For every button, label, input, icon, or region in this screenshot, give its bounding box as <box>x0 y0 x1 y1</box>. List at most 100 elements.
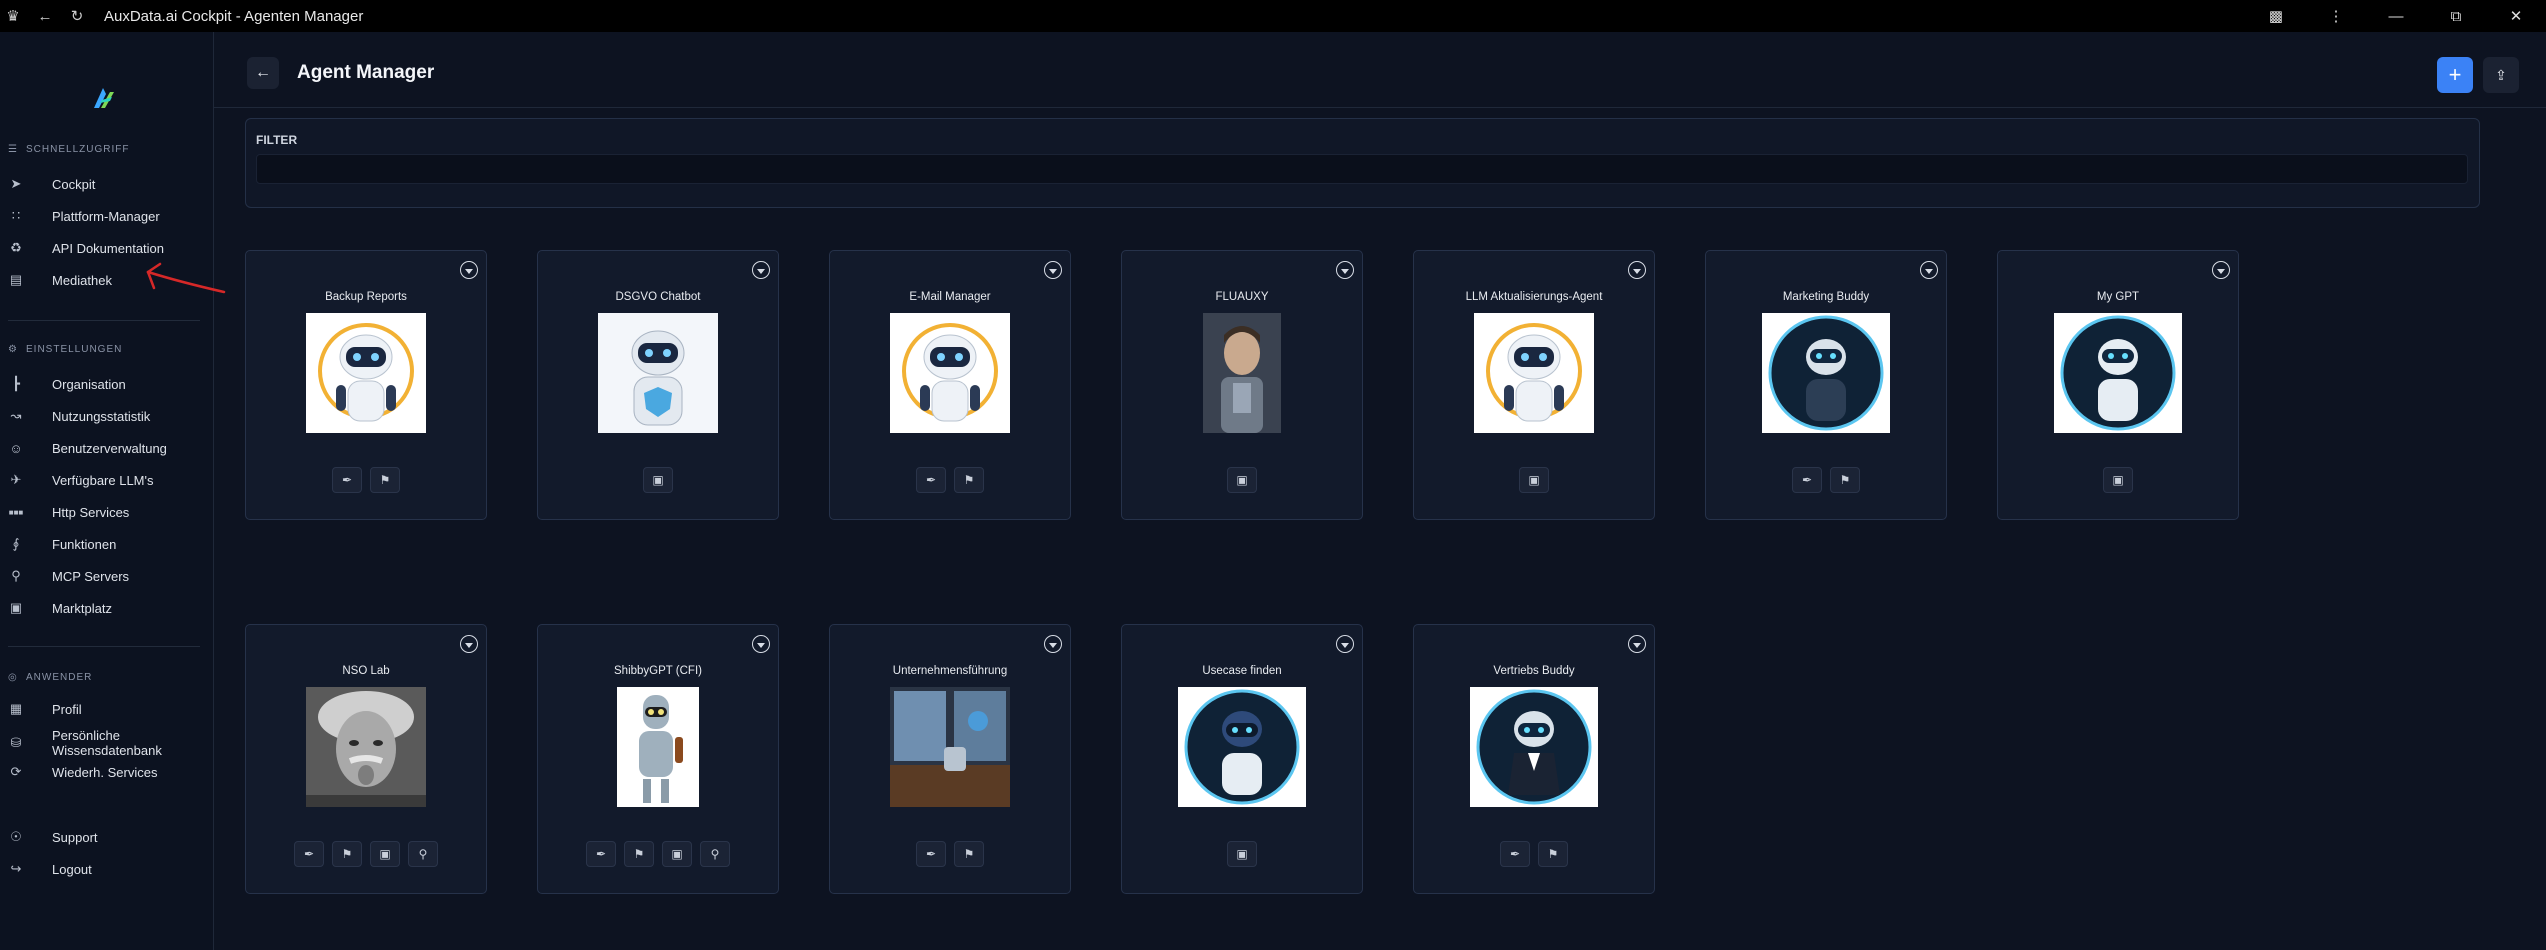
edit-brush-button[interactable]: ✒ <box>586 841 616 867</box>
card-menu-button[interactable] <box>1628 635 1646 653</box>
agent-card[interactable]: Backup Reports ✒ ⚑ <box>245 250 487 520</box>
flag-button[interactable]: ⚑ <box>1538 841 1568 867</box>
reload-icon[interactable]: ↻ <box>68 7 86 25</box>
card-menu-button[interactable] <box>1628 261 1646 279</box>
office-scene-icon <box>890 687 1010 807</box>
server-icon: ⚲ <box>11 568 21 583</box>
users-icon: ☺ <box>9 440 23 456</box>
sidebar-item-logout[interactable]: ↪ Logout <box>0 856 210 882</box>
close-icon[interactable]: ✕ <box>2486 0 2546 32</box>
divider <box>8 320 200 321</box>
sidebar-item-support[interactable]: ☉ Support <box>0 824 210 850</box>
agent-card[interactable]: Marketing Buddy ✒ ⚑ <box>1705 250 1947 520</box>
edit-brush-button[interactable]: ✒ <box>332 467 362 493</box>
sidebar-item-api-dokumentation[interactable]: ♻ API Dokumentation <box>0 235 210 261</box>
sidebar-item-nutzungsstatistik[interactable]: ↝ Nutzungsstatistik <box>0 403 210 429</box>
add-agent-button[interactable]: + <box>2437 57 2473 93</box>
card-menu-button[interactable] <box>1044 635 1062 653</box>
filter-input[interactable] <box>256 154 2468 184</box>
flag-button[interactable]: ⚑ <box>954 841 984 867</box>
sidebar-item-wissensdatenbank[interactable]: ⛁ Persönliche Wissensdatenbank <box>0 726 210 760</box>
card-menu-button[interactable] <box>1044 261 1062 279</box>
flag-button[interactable]: ⚑ <box>332 841 362 867</box>
robot-headset-icon <box>1486 323 1582 422</box>
flag-button[interactable]: ⚑ <box>624 841 654 867</box>
restore-icon[interactable]: ⧉ <box>2426 0 2486 32</box>
edit-brush-button[interactable]: ✒ <box>1500 841 1530 867</box>
card-menu-button[interactable] <box>1336 261 1354 279</box>
chat-button[interactable]: ▣ <box>2103 467 2133 493</box>
flag-icon: ⚑ <box>1547 847 1559 861</box>
agent-card[interactable]: My GPT ▣ <box>1997 250 2239 520</box>
sidebar-item-cockpit[interactable]: ➤ Cockpit <box>0 171 210 197</box>
search-button[interactable]: ⚲ <box>700 841 730 867</box>
flag-button[interactable]: ⚑ <box>954 467 984 493</box>
chat-button[interactable]: ▣ <box>1227 841 1257 867</box>
sidebar-item-wiederh-services[interactable]: ⟳ Wiederh. Services <box>0 759 210 785</box>
card-menu-button[interactable] <box>1920 261 1938 279</box>
edit-brush-button[interactable]: ✒ <box>1792 467 1822 493</box>
chat-button[interactable]: ▣ <box>643 467 673 493</box>
agent-card[interactable]: Usecase finden ▣ <box>1121 624 1363 894</box>
chat-button[interactable]: ▣ <box>662 841 692 867</box>
chat-icon: ▣ <box>1236 847 1248 861</box>
card-menu-button[interactable] <box>2212 261 2230 279</box>
flag-icon: ⚑ <box>963 473 975 487</box>
agent-card[interactable]: DSGVO Chatbot ▣ <box>537 250 779 520</box>
minimize-icon[interactable]: — <box>2366 0 2426 32</box>
sidebar-item-benutzerverwaltung[interactable]: ☺ Benutzerverwaltung <box>0 435 210 461</box>
agent-name: E-Mail Manager <box>909 291 991 303</box>
agent-card[interactable]: E-Mail Manager ✒ ⚑ <box>829 250 1071 520</box>
sidebar-item-http-services[interactable]: ■■■ Http Services <box>0 499 210 525</box>
divider <box>8 646 200 647</box>
sidebar-item-plattform-manager[interactable]: ∷ Plattform-Manager <box>0 203 210 229</box>
agent-avatar <box>1762 313 1890 433</box>
card-menu-button[interactable] <box>460 635 478 653</box>
edit-brush-button[interactable]: ✒ <box>916 841 946 867</box>
app-icon: ♛ <box>6 8 20 25</box>
sidebar-item-marktplatz[interactable]: ▣ Marktplatz <box>0 595 210 621</box>
robot-bender-icon <box>617 687 699 807</box>
card-menu-button[interactable] <box>1336 635 1354 653</box>
agent-card[interactable]: NSO Lab ✒ ⚑ ▣ ⚲ <box>245 624 487 894</box>
section-einstellungen: ⚙ EINSTELLUNGEN <box>8 343 123 355</box>
sidebar-item-mcp-servers[interactable]: ⚲ MCP Servers <box>0 563 210 589</box>
brush-icon: ✒ <box>1509 847 1521 861</box>
card-menu-button[interactable] <box>460 261 478 279</box>
agent-name: Marketing Buddy <box>1782 291 1870 303</box>
more-icon[interactable]: ⋮ <box>2306 0 2366 32</box>
chat-button[interactable]: ▣ <box>370 841 400 867</box>
search-button[interactable]: ⚲ <box>408 841 438 867</box>
cast-icon[interactable]: ▩ <box>2246 0 2306 32</box>
export-button[interactable]: ⇪ <box>2483 57 2519 93</box>
back-arrow-icon[interactable]: ← <box>36 7 54 25</box>
agent-name: DSGVO Chatbot <box>615 291 701 303</box>
agent-card[interactable]: ShibbyGPT (CFI) ✒ ⚑ ▣ ⚲ <box>537 624 779 894</box>
edit-brush-button[interactable]: ✒ <box>294 841 324 867</box>
back-button[interactable]: ← <box>247 57 279 89</box>
agent-card[interactable]: Unternehmensführung ✒ ⚑ <box>829 624 1071 894</box>
menu-icon: ☰ <box>8 143 18 155</box>
edit-brush-button[interactable]: ✒ <box>916 467 946 493</box>
sidebar-item-organisation[interactable]: ┣ Organisation <box>0 371 210 397</box>
sidebar-item-llms[interactable]: ✈ Verfügbare LLM's <box>0 467 210 493</box>
agent-card[interactable]: FLUAUXY ▣ <box>1121 250 1363 520</box>
sidebar-item-funktionen[interactable]: ∮ Funktionen <box>0 531 210 557</box>
flag-button[interactable]: ⚑ <box>370 467 400 493</box>
card-menu-button[interactable] <box>752 261 770 279</box>
flag-button[interactable]: ⚑ <box>1830 467 1860 493</box>
agent-card[interactable]: LLM Aktualisierungs-Agent ▣ <box>1413 250 1655 520</box>
plane-icon: ✈ <box>10 472 22 487</box>
chat-button[interactable]: ▣ <box>1227 467 1257 493</box>
agent-name: NSO Lab <box>342 665 390 677</box>
store-icon: ▣ <box>9 600 23 615</box>
card-menu-button[interactable] <box>752 635 770 653</box>
brush-icon: ✒ <box>1801 473 1813 487</box>
chat-icon: ▣ <box>1528 473 1540 487</box>
arrow-left-icon: ← <box>255 64 271 81</box>
logo-icon[interactable] <box>88 82 118 112</box>
logout-icon: ↪ <box>10 861 22 876</box>
agent-card[interactable]: Vertriebs Buddy ✒ ⚑ <box>1413 624 1655 894</box>
chat-button[interactable]: ▣ <box>1519 467 1549 493</box>
sidebar-item-profil[interactable]: ▦ Profil <box>0 696 210 722</box>
